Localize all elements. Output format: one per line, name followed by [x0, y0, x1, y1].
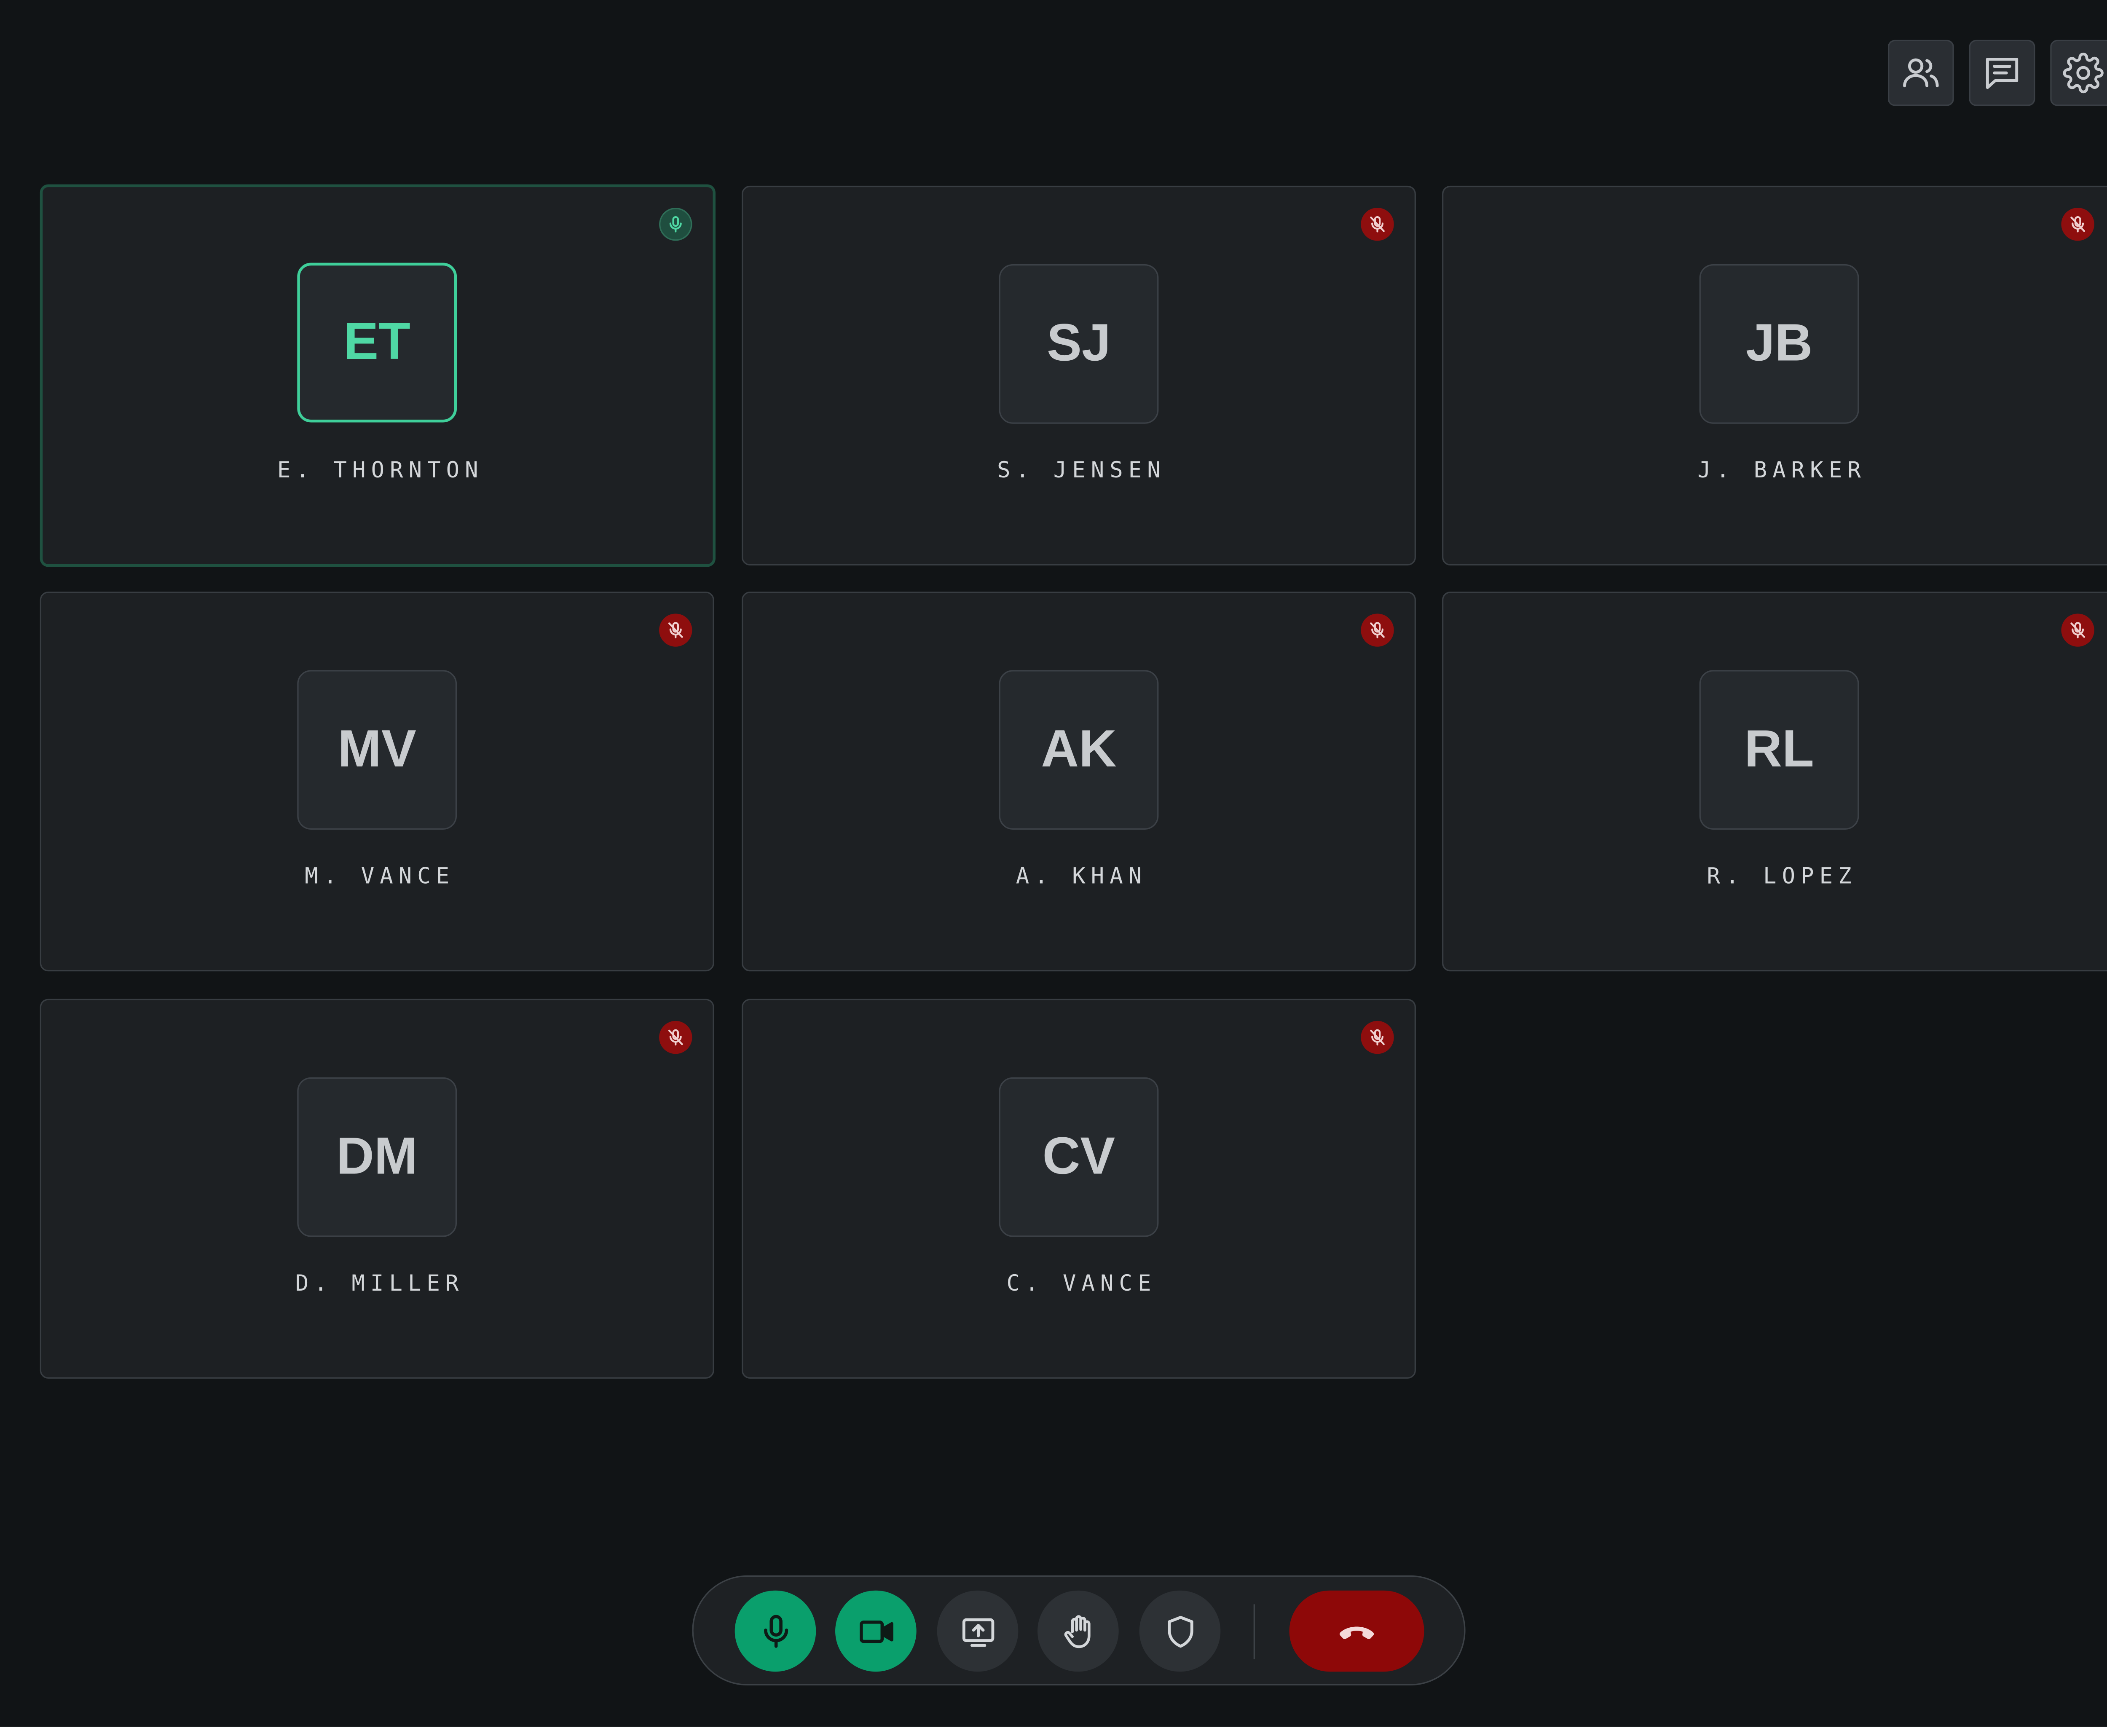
gear-icon — [2063, 52, 2104, 94]
microphone-muted-icon — [1370, 216, 1385, 233]
control-divider — [1253, 1604, 1255, 1659]
microphone-muted-icon — [668, 1029, 683, 1046]
mic-muted-badge — [2061, 613, 2094, 647]
mic-muted-badge — [2061, 208, 2094, 241]
mic-muted-badge — [1361, 1021, 1394, 1054]
participant-name: M. VANCE — [305, 863, 455, 889]
settings-button[interactable] — [2050, 40, 2107, 106]
shield-icon — [1167, 1615, 1193, 1647]
microphone-icon — [669, 216, 682, 233]
avatar: SJ — [999, 264, 1159, 424]
chat-button[interactable] — [1969, 40, 2035, 106]
avatar: ET — [297, 263, 457, 423]
microphone-muted-icon — [1370, 622, 1385, 638]
participants-icon — [1903, 58, 1939, 88]
participant-tile[interactable]: SJ S. JENSEN — [741, 185, 1416, 566]
participant-name: E. THORNTON — [277, 457, 484, 483]
microphone-muted-icon — [2070, 216, 2085, 233]
participant-tile[interactable]: ET E. THORNTON — [40, 184, 716, 567]
share-screen-button[interactable] — [937, 1590, 1019, 1672]
bottom-edge — [0, 1726, 2107, 1736]
participant-tile[interactable]: RL R. LOPEZ — [1442, 592, 2107, 972]
participant-tile[interactable]: AK A. KHAN — [741, 592, 1416, 972]
avatar: CV — [999, 1077, 1159, 1237]
participant-name: R. LOPEZ — [1707, 863, 1857, 889]
participant-tile[interactable]: CV C. VANCE — [741, 999, 1416, 1379]
microphone-toggle-button[interactable] — [735, 1590, 816, 1672]
video-camera-icon — [859, 1620, 893, 1642]
security-button[interactable] — [1139, 1590, 1221, 1672]
mic-muted-badge — [659, 613, 692, 647]
participant-name: A. KHAN — [1016, 863, 1147, 889]
avatar: DM — [297, 1077, 457, 1237]
end-call-button[interactable] — [1289, 1590, 1424, 1672]
mic-muted-badge — [1361, 613, 1394, 647]
raise-hand-button[interactable] — [1037, 1590, 1119, 1672]
participants-button[interactable] — [1888, 40, 1954, 106]
avatar: AK — [999, 670, 1159, 830]
avatar: JB — [1699, 264, 1859, 424]
meeting-stage: ET E. THORNTON SJ S. JENSEN JB J. BARKER… — [0, 0, 2107, 1727]
mic-muted-badge — [659, 1021, 692, 1054]
hang-up-icon — [1339, 1626, 1374, 1639]
microphone-muted-icon — [668, 622, 683, 638]
participant-name: D. MILLER — [295, 1270, 464, 1296]
avatar: MV — [297, 670, 457, 830]
avatar: RL — [1699, 670, 1859, 830]
meeting-screen: ET E. THORNTON SJ S. JENSEN JB J. BARKER… — [0, 0, 2107, 1736]
camera-toggle-button[interactable] — [835, 1590, 917, 1672]
participant-name: S. JENSEN — [997, 457, 1166, 483]
raise-hand-icon — [1064, 1614, 1090, 1648]
participant-tile[interactable]: JB J. BARKER — [1442, 185, 2107, 566]
microphone-icon — [763, 1614, 788, 1648]
call-control-bar — [692, 1575, 1466, 1685]
share-screen-icon — [962, 1618, 994, 1646]
participant-tile[interactable]: DM D. MILLER — [40, 999, 714, 1379]
microphone-muted-icon — [1370, 1029, 1385, 1046]
participant-tile[interactable]: MV M. VANCE — [40, 592, 714, 972]
participant-name: C. VANCE — [1006, 1270, 1157, 1296]
chat-icon — [1986, 57, 2019, 89]
mic-muted-badge — [1361, 208, 1394, 241]
mic-active-badge — [659, 208, 692, 241]
microphone-muted-icon — [2070, 622, 2085, 638]
participant-name: J. BARKER — [1697, 457, 1866, 483]
